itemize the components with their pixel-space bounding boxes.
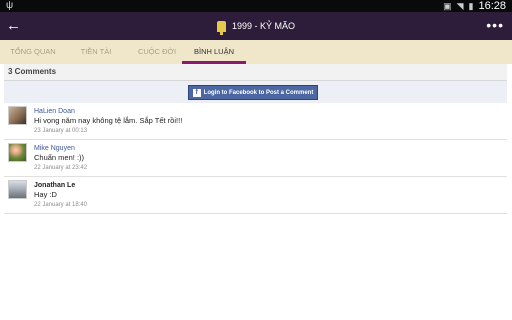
comment-item: Jonathan Le Hay :D 22 January at 18:40	[4, 177, 507, 214]
facebook-login-button[interactable]: f Login to Facebook to Post a Comment	[188, 85, 318, 100]
usb-icon: ψ	[6, 0, 14, 11]
action-bar: ← 1999 - KỶ MÃO •••	[0, 12, 512, 40]
avatar[interactable]	[8, 106, 27, 125]
wifi-icon: ◥	[456, 1, 464, 11]
comment-item: HaLien Doan Hi vọng năm nay không tệ lắm…	[4, 103, 507, 140]
comment-date[interactable]: 22 January at 23:42	[34, 163, 87, 173]
tab-label: TỔNG QUAN	[10, 47, 56, 56]
comments-panel: 3 Comments f Login to Facebook to Post a…	[4, 64, 507, 214]
screen-rotation-icon: ▣	[443, 1, 452, 11]
tab-tien-tai[interactable]: TIỀN TÀI	[66, 40, 126, 64]
page-title-group: 1999 - KỶ MÃO	[0, 12, 512, 40]
battery-icon: ▮	[468, 1, 474, 11]
comment-author: Jonathan Le	[34, 182, 76, 189]
tab-label: TIỀN TÀI	[80, 47, 112, 56]
comment-date[interactable]: 23 January at 00:13	[34, 126, 182, 136]
login-bar: f Login to Facebook to Post a Comment	[4, 81, 507, 103]
tab-label: CUỘC ĐỜI	[137, 47, 177, 56]
tab-binh-luan[interactable]: BÌNH LUẬN	[182, 40, 246, 64]
comment-text: Chuẩn men! :))	[34, 153, 85, 162]
fortune-stick-icon	[216, 20, 226, 35]
facebook-login-label: Login to Facebook to Post a Comment	[203, 89, 314, 96]
tab-label: BÌNH LUẬN	[193, 47, 234, 56]
comment-author[interactable]: Mike Nguyen	[34, 144, 87, 153]
facebook-icon: f	[192, 88, 201, 97]
avatar[interactable]	[8, 143, 27, 162]
comment-text: Hay :D	[34, 190, 57, 199]
comment-count: 3 Comments	[4, 64, 507, 81]
comment-item: Mike Nguyen Chuẩn men! :)) 22 January at…	[4, 140, 507, 177]
avatar[interactable]	[8, 180, 27, 199]
tab-bar: TỔNG QUAN TIỀN TÀI CUỘC ĐỜI BÌNH LUẬN	[0, 40, 512, 64]
status-time: 16:28	[478, 0, 506, 12]
tab-tong-quan[interactable]: TỔNG QUAN	[0, 40, 66, 64]
comment-text: Hi vọng năm nay không tệ lắm. Sắp Tết rồ…	[34, 116, 183, 125]
comment-author[interactable]: HaLien Doan	[34, 107, 182, 116]
comment-date[interactable]: 22 January at 18:40	[34, 200, 87, 210]
status-bar: ψ ▣ ◥ ▮ 16:28	[0, 0, 512, 12]
page-title: 1999 - KỶ MÃO	[231, 21, 296, 31]
status-icons: ▣ ◥ ▮ 16:28	[443, 0, 506, 12]
tab-cuoc-doi[interactable]: CUỘC ĐỜI	[126, 40, 188, 64]
more-vert-icon[interactable]: •••	[486, 15, 504, 35]
